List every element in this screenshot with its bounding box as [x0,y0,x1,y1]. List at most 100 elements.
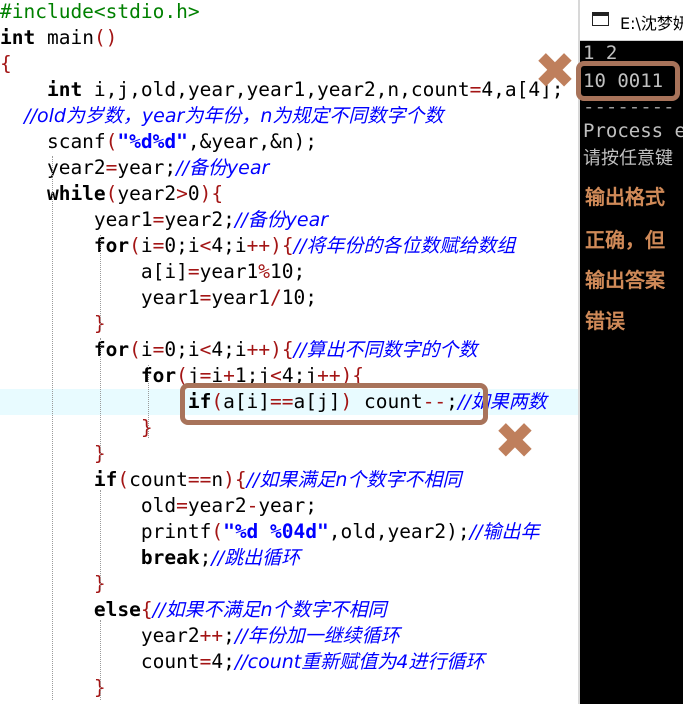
code-token: year1 [199,260,259,283]
code-token: main [35,26,94,49]
code-token: a[i] [0,260,188,283]
code-token: = [152,234,165,257]
code-token: 4;i [211,338,247,361]
code-token: ,old,year2); [328,520,470,543]
indent-guide [52,156,53,700]
code-token: = [469,78,482,101]
console-titlebar[interactable]: E:\沈梦妍 [580,0,683,41]
code-token: year2 [187,494,247,517]
code-token: 0;i [164,338,200,361]
code-token: = [152,338,165,361]
code-token: for [0,234,130,257]
indent-guide [100,620,101,700]
code-token: i [140,234,153,257]
code-token: ; [223,624,235,647]
code-token: i,j,old,year,year1,year2,n,count [82,78,470,101]
code-token: = [152,208,165,231]
code-token: //将年份的各位数赋给数组 [293,235,516,257]
code-token: ; [199,546,212,569]
code-token: ( [105,182,118,205]
indent-guide [100,338,101,460]
indent-guide [100,235,101,330]
code-token: //如果不满足n个数字不相同 [152,599,387,621]
code-token: ){ [270,234,294,257]
code-token: year; [117,156,177,179]
code-token: ){ [199,182,224,205]
indent-guide [148,365,149,438]
code-token: year1 [211,286,271,309]
code-token: //跳出循环 [211,547,301,569]
console-output-line: Process e [583,120,683,142]
annotation-note: 输出格式 [585,185,665,209]
code-token: for [0,364,177,387]
code-token: //count重新赋值为4进行循环 [234,651,485,673]
code-token: count [129,468,188,491]
code-token: 4 [481,78,494,101]
code-token: ){ [223,468,247,491]
code-token: = [176,494,188,517]
code-token: ( [129,338,141,361]
code-token: #include<stdio.h> [0,0,200,23]
code-token: % [258,260,271,283]
code-token: 4;i [211,234,247,257]
code-token: "%d %04d" [223,520,329,543]
code-token: < [199,338,212,361]
code-token: //old为岁数，year为年份，n为规定不同数字个数 [0,105,444,127]
annotation-note: 输出答案 [585,268,665,292]
code-token: year2 [117,182,177,205]
code-token: year2; [164,208,235,231]
code-token: //备份year [234,209,329,231]
code-token: > [176,182,188,205]
annotation-note: 错误 [585,309,625,333]
code-token: { [140,598,153,621]
code-token: //年份加一继续循环 [234,625,400,647]
code-token: ){ [270,338,294,361]
code-token: = [187,260,200,283]
code-token: //输出年 [469,521,540,543]
annotation-note: 正确，但 [585,228,665,252]
code-token: int [0,26,36,49]
console-window[interactable]: E:\沈梦妍 1 2 10 0011 -------- Process e 请按… [578,0,683,704]
code-token: i [140,338,153,361]
code-token: //备份year [176,157,270,179]
code-token: n [211,468,224,491]
code-token: 10; [281,286,318,309]
cross-mark-icon: ✖ [534,42,576,100]
code-token: year1 [0,208,153,231]
code-token: //如果满足n个数字不相同 [246,469,462,491]
code-token: / [270,286,282,309]
code-token: - [246,494,259,517]
code-token: } [0,416,153,439]
code-token: "%d%d" [117,130,188,153]
highlight-box-output [576,61,680,101]
code-token: 0 [187,182,200,205]
code-token: = [199,650,212,673]
code-token: ,&year,&n); [187,130,318,153]
code-token: ( [105,130,118,153]
code-token: printf [0,520,212,543]
code-token: = [199,286,212,309]
cross-mark-icon: ✖ [494,412,536,470]
code-token: ++ [246,234,271,257]
code-token: for [0,338,130,361]
code-token: scanf [0,130,106,153]
console-window-icon [592,12,609,26]
code-token: 0;i [164,234,200,257]
code-token: ++ [199,624,224,647]
console-title: E:\沈梦妍 [620,14,683,33]
code-token: { [0,52,12,75]
code-token: ( [129,234,141,257]
code-token: int [0,78,83,101]
indent-guide [100,490,101,590]
code-token: < [199,234,212,257]
code-token: == [187,468,212,491]
code-token: else [0,598,141,621]
code-token: ( [117,468,130,491]
highlight-box-code [180,383,488,425]
code-token: //算出不同数字的个数 [293,339,478,361]
code-token: = [105,156,118,179]
code-token: () [93,26,118,49]
code-token: ( [211,520,224,543]
console-output-line: 请按任意键 [583,148,673,169]
code-token: ++ [246,338,271,361]
